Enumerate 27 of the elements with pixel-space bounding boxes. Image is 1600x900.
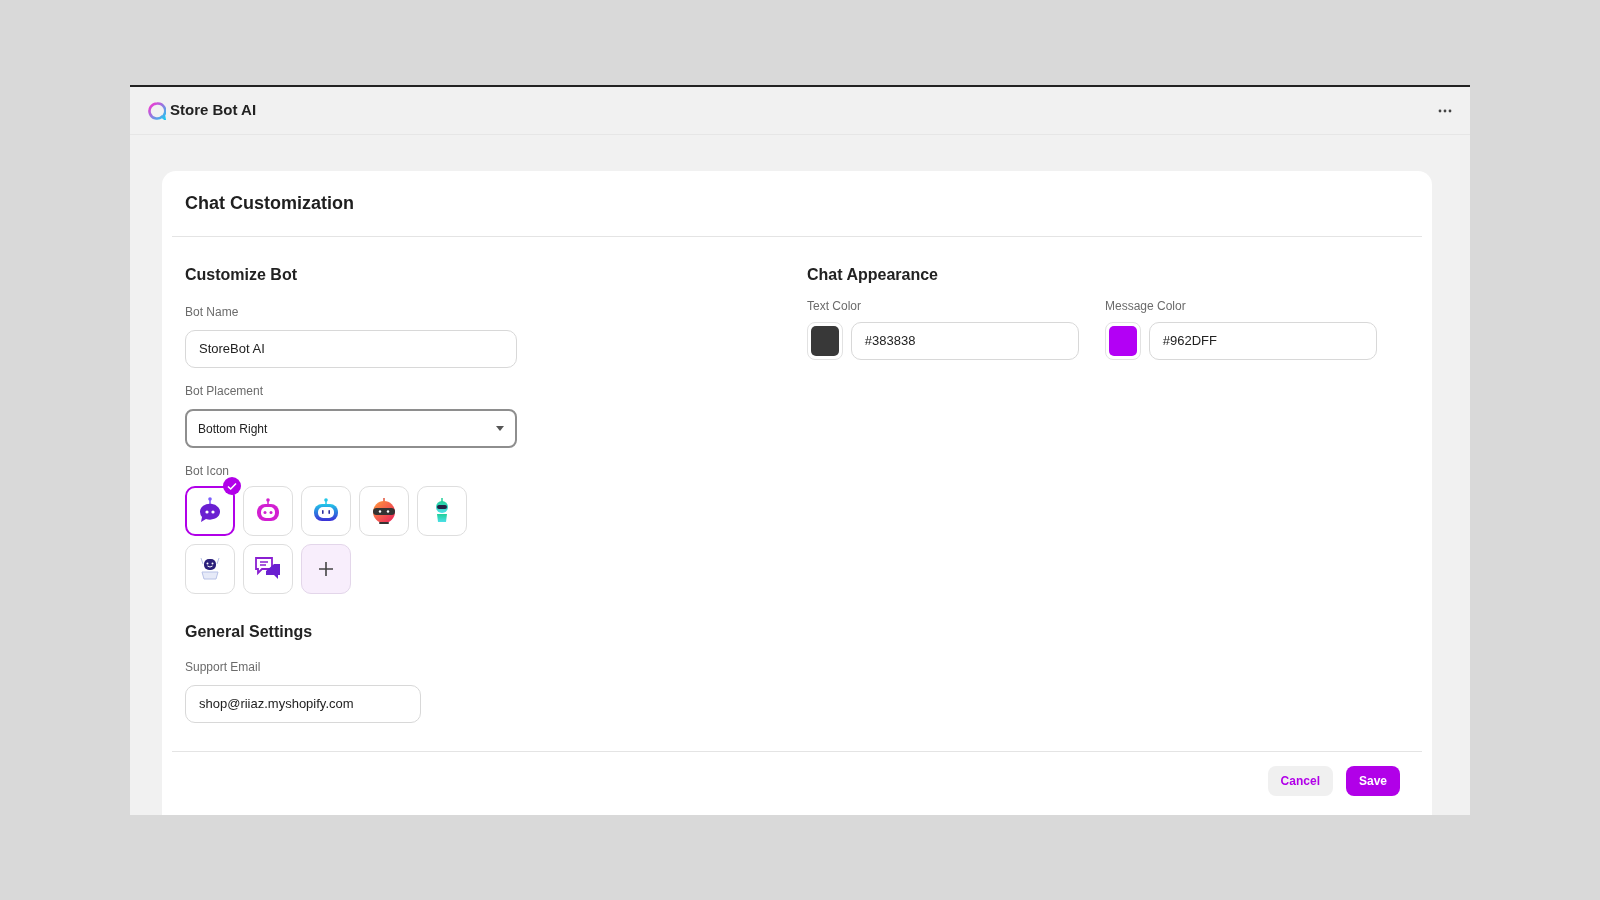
bot-name-field[interactable]: StoreBot AI (185, 330, 517, 368)
bot-placement-dropdown[interactable]: Bottom Right (185, 409, 517, 448)
field-label: Support Email (185, 660, 261, 674)
field-label: Bot Icon (185, 464, 230, 478)
app-title: Store Bot AI (170, 100, 257, 121)
color-hex-field[interactable]: #383838 (850, 322, 1079, 360)
cancel-button[interactable]: Cancel (1267, 766, 1333, 796)
more-options-icon[interactable] (1438, 108, 1452, 113)
support-email-field[interactable]: shop@riiaz.myshopify.com (185, 685, 421, 723)
color-swatch[interactable] (807, 322, 843, 360)
section-heading: General Settings (185, 622, 314, 642)
add-icon-button[interactable] (301, 544, 351, 594)
field-label: Message Color (1105, 298, 1187, 315)
color-hex-field[interactable]: #962DFF (1148, 322, 1377, 360)
field-label: Text Color (807, 298, 863, 315)
field-label: Bot Name (185, 305, 239, 319)
caret-icon (496, 426, 504, 431)
page-title: Chat Customization (185, 192, 354, 215)
section-heading: Chat Appearance (807, 265, 939, 285)
field-label: Bot Placement (185, 384, 264, 398)
bot-icon-option[interactable] (185, 486, 235, 536)
section-heading: Customize Bot (185, 265, 298, 285)
color-swatch[interactable] (1105, 322, 1141, 360)
logo-icon (148, 101, 166, 120)
plus-icon (318, 561, 334, 577)
check-icon (223, 477, 241, 495)
save-button[interactable]: Save (1345, 766, 1400, 796)
